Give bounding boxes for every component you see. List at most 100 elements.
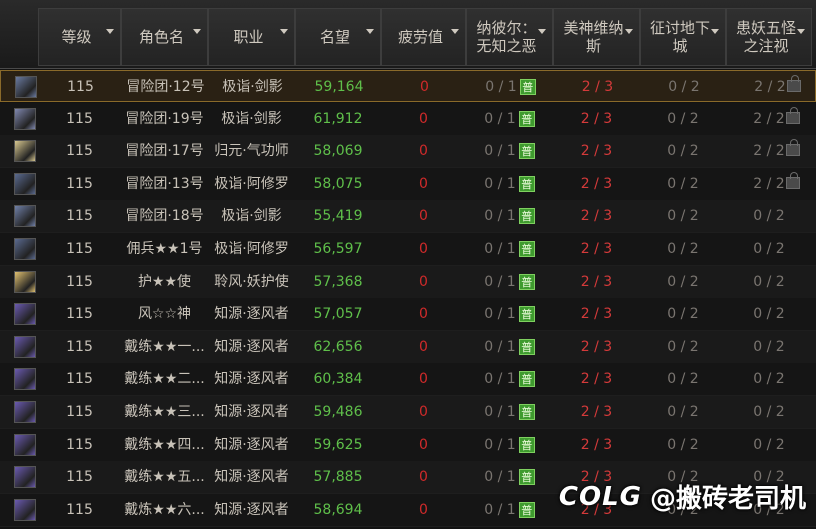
cell-level-text: 115 <box>66 208 93 225</box>
cell-fame-text: 59,486 <box>313 404 363 420</box>
character-avatar <box>14 140 36 163</box>
cell-d1-text: 0 / 1 <box>484 175 516 192</box>
character-avatar <box>15 76 37 98</box>
header-dungeon-venus-label: 美神维纳 斯 <box>563 19 624 55</box>
cell-name: 戴练★★五... <box>121 461 208 493</box>
cell-d1-text: 0 / 1 <box>484 469 516 486</box>
header-dungeon-conquest-label: 征讨地下 城 <box>649 19 710 55</box>
cell-d3: 0 / 2 <box>640 266 726 298</box>
cell-level: 115 <box>38 168 121 200</box>
table-row[interactable]: 115 冒险团·17号 归元·气功师 58,069 0 0 / 1普 2 / 3 0 / 2 2… <box>0 135 816 169</box>
cell-d4: 0 / 2 <box>726 363 812 395</box>
header-fatigue[interactable]: 疲劳值 <box>381 8 466 66</box>
cell-name-text: 风☆☆神 <box>137 306 192 323</box>
cell-fatigue-text: 0 <box>419 208 428 225</box>
cell-d1-text: 0 / 1 <box>484 371 516 388</box>
cell-d3: 0 / 2 <box>640 168 726 200</box>
cell-fame: 57,057 <box>295 298 381 330</box>
cell-fatigue-text: 0 <box>420 79 429 95</box>
cell-fame-text: 60,384 <box>313 371 363 388</box>
cell-level-text: 115 <box>66 306 93 323</box>
cell-d1-text: 0 / 1 <box>484 404 516 420</box>
cell-d1: 0 / 1普 <box>466 363 553 395</box>
cell-d1-text: 0 / 1 <box>485 79 517 95</box>
cell-d4-text: 0 / 2 <box>753 273 785 290</box>
table-row[interactable]: 115 风☆☆神 知源·逐风者 57,057 0 0 / 1普 2 / 3 0 / 2 0 / … <box>0 298 816 332</box>
header-dungeon-napier[interactable]: 纳彼尔： 无知之恶 <box>466 8 553 66</box>
cell-fame: 59,625 <box>295 429 381 461</box>
cell-level-text: 115 <box>66 143 93 160</box>
cell-job-text: 知源·逐风者 <box>214 338 289 355</box>
header-dungeon-conquest[interactable]: 征讨地下 城 <box>640 8 726 66</box>
cell-fame-text: 55,419 <box>313 208 363 225</box>
cell-name: 冒险团·13号 <box>121 168 208 200</box>
cell-fame-text: 58,075 <box>313 175 363 192</box>
cell-name-text: 戴练★★二... <box>124 371 205 388</box>
header-fame[interactable]: 名望 <box>295 8 381 66</box>
cell-d2-text: 2 / 3 <box>580 404 613 420</box>
cell-d1: 0 / 1普 <box>466 298 553 330</box>
cell-name-text: 护★★使 <box>137 273 192 290</box>
sort-arrow-icon <box>538 29 546 34</box>
cell-job-text: 极诣·剑影 <box>222 79 283 95</box>
cell-d1-text: 0 / 1 <box>484 110 516 127</box>
cell-d3-text: 0 / 2 <box>667 110 699 127</box>
cell-level: 115 <box>39 71 122 103</box>
character-avatar <box>14 466 36 489</box>
cell-fatigue: 0 <box>381 298 466 330</box>
header-dungeon-venus[interactable]: 美神维纳 斯 <box>553 8 640 66</box>
cell-job: 极诣·剑影 <box>208 200 295 232</box>
table-row[interactable]: 115 冒险团·12号 极诣·剑影 59,164 0 0 / 1普 2 / 3 0 / 2 2 … <box>0 70 816 102</box>
table-row[interactable]: 115 护★★使 聆风·妖护使 57,368 0 0 / 1普 2 / 3 0 / 2 0 / … <box>0 265 816 299</box>
cell-level: 115 <box>38 298 121 330</box>
cell-d2: 2 / 3 <box>554 71 641 103</box>
normal-difficulty-badge: 普 <box>518 143 535 160</box>
cell-d4: 2 / 2 <box>726 168 812 200</box>
header-name[interactable]: 角色名 <box>121 8 208 66</box>
cell-fatigue-text: 0 <box>419 404 428 420</box>
cell-d4-text: 2 / 2 <box>753 175 785 192</box>
cell-d4-text: 0 / 2 <box>753 436 785 453</box>
cell-fame: 58,075 <box>295 168 381 200</box>
cell-d4: 2 / 2 <box>727 71 813 103</box>
cell-name-text: 冒险团·17号 <box>125 143 204 160</box>
table-row[interactable]: 115 戴练★★四... 知源·逐风者 59,625 0 0 / 1普 2 / 3 0 / 2… <box>0 428 816 462</box>
header-job[interactable]: 职业 <box>208 8 295 66</box>
cell-fame: 59,164 <box>296 71 382 103</box>
cell-fame: 58,694 <box>295 494 381 526</box>
cell-d2: 2 / 3 <box>553 396 640 428</box>
table-row[interactable]: 115 戴练★★二... 知源·逐风者 60,384 0 0 / 1普 2 / 3 0 / 2… <box>0 363 816 397</box>
cell-fame-text: 57,368 <box>313 273 363 290</box>
header-dungeon-napier-label: 纳彼尔： 无知之恶 <box>476 19 537 55</box>
header-level[interactable]: 等级 <box>38 8 121 66</box>
lock-icon <box>786 106 800 124</box>
cell-job-text: 知源·逐风者 <box>214 404 289 420</box>
cell-name-text: 戴练★★一... <box>124 338 205 355</box>
cell-name-text: 戴练★★三... <box>124 404 205 420</box>
table-row[interactable]: 115 佣兵★★1号 极诣·阿修罗 56,597 0 0 / 1普 2 / 3 0 / 2 0 … <box>0 233 816 266</box>
cell-d4-text: 0 / 2 <box>753 208 785 225</box>
cell-level: 115 <box>38 494 121 526</box>
cell-d1: 0 / 1普 <box>466 103 553 135</box>
cell-name: 护★★使 <box>121 266 208 298</box>
cell-d1-text: 0 / 1 <box>484 338 516 355</box>
normal-difficulty-badge: 普 <box>518 436 535 453</box>
table-row[interactable]: 115 戴练★★三... 知源·逐风者 59,486 0 0 / 1普 2 / 3 0 / 2… <box>0 396 816 429</box>
table-row[interactable]: 115 冒险团·19号 极诣·剑影 61,912 0 0 / 1普 2 / 3 0 / 2 2 … <box>0 102 816 136</box>
cell-d2: 2 / 3 <box>553 429 640 461</box>
cell-d4: 2 / 2 <box>726 135 812 167</box>
sort-arrow-icon <box>451 29 459 34</box>
cell-level-text: 115 <box>66 273 93 290</box>
cell-level-text: 115 <box>66 436 93 453</box>
cell-d3-text: 0 / 2 <box>667 436 699 453</box>
character-avatar <box>14 433 36 456</box>
table-row[interactable]: 115 冒险团·13号 极诣·阿修罗 58,075 0 0 / 1普 2 / 3 0 / 2 2… <box>0 167 816 201</box>
cell-name: 冒险团·12号 <box>122 71 209 103</box>
normal-difficulty-badge: 普 <box>518 241 535 257</box>
table-row[interactable]: 115 戴练★★一... 知源·逐风者 62,656 0 0 / 1普 2 / 3 0 / 2… <box>0 330 816 364</box>
header-fame-label: 名望 <box>319 28 350 46</box>
cell-job: 极诣·阿修罗 <box>208 233 295 265</box>
table-row[interactable]: 115 冒险团·18号 极诣·剑影 55,419 0 0 / 1普 2 / 3 0 / 2 0 … <box>0 200 816 234</box>
header-dungeon-five-demons[interactable]: 患妖五怪 之注视 <box>726 8 812 66</box>
cell-d2-text: 2 / 3 <box>580 143 613 160</box>
